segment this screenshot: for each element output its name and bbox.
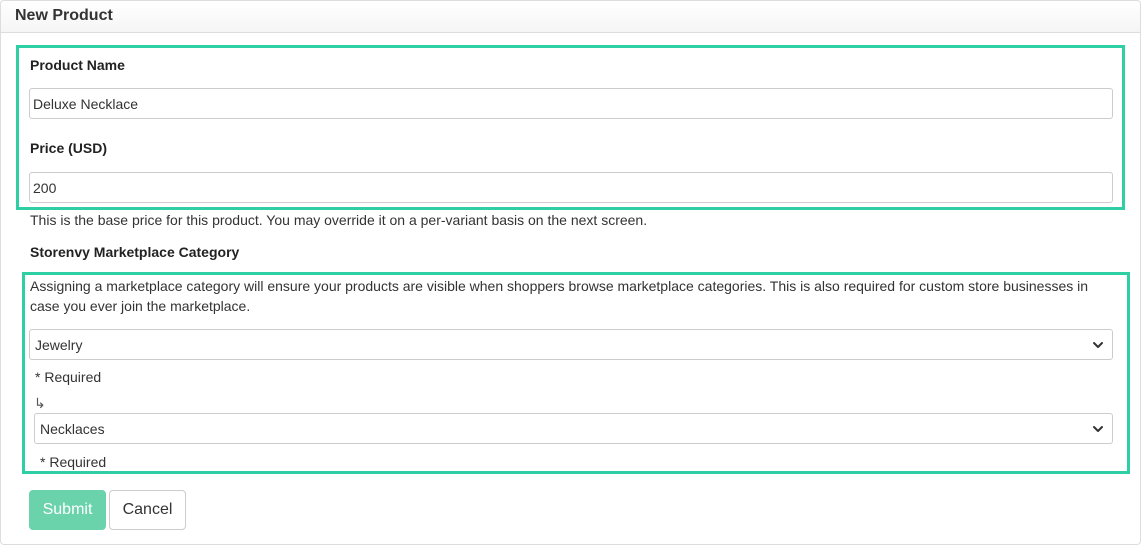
subcategory-select-value: Necklaces <box>40 421 105 437</box>
price-help-text: This is the base price for this product.… <box>30 212 648 228</box>
price-input[interactable] <box>29 172 1113 203</box>
cancel-button[interactable]: Cancel <box>109 490 186 530</box>
category-select[interactable]: Jewelry <box>29 329 1113 360</box>
panel-heading: New Product <box>1 1 1140 33</box>
subcategory-select[interactable]: Necklaces <box>34 413 1113 444</box>
new-product-panel: New Product Product Name Price (USD) Thi… <box>0 0 1141 545</box>
product-name-label: Product Name <box>30 57 125 73</box>
submit-button[interactable]: Submit <box>29 490 106 530</box>
chevron-down-icon <box>1093 342 1103 348</box>
marketplace-category-label: Storenvy Marketplace Category <box>30 244 240 260</box>
chevron-down-icon <box>1093 426 1103 432</box>
product-name-input[interactable] <box>29 88 1113 119</box>
subcategory-required-note: * Required <box>40 454 107 470</box>
category-required-note: * Required <box>35 369 102 385</box>
category-select-value: Jewelry <box>35 337 83 353</box>
marketplace-category-help-text: Assigning a marketplace category will en… <box>30 278 1089 314</box>
panel-title: New Product <box>15 7 113 24</box>
price-label: Price (USD) <box>30 140 108 156</box>
subcategory-arrow-icon: ↳ <box>34 395 46 411</box>
